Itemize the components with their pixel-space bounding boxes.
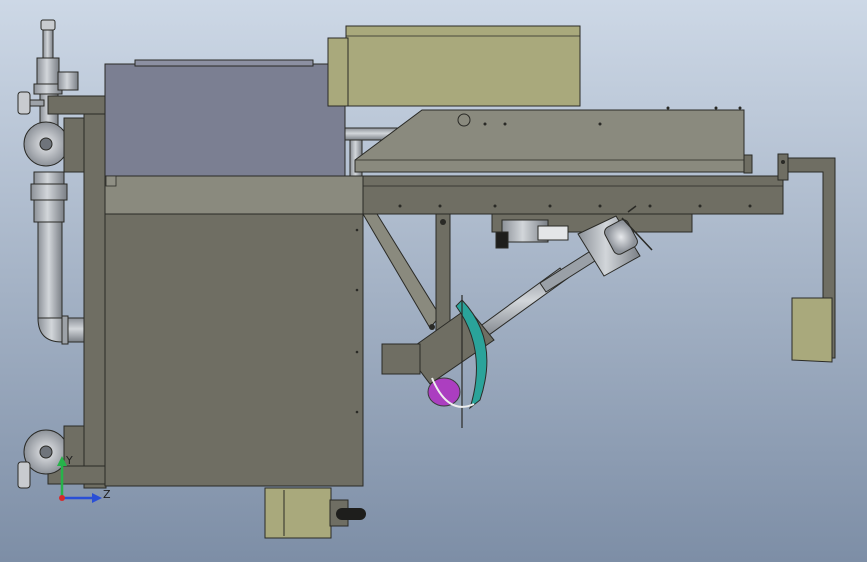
inclined-conveyor <box>354 106 753 174</box>
machine-side-view: Y Z <box>0 0 867 562</box>
valve-body <box>36 57 60 85</box>
cad-viewport[interactable]: Y Z <box>0 0 867 562</box>
pipe-vertical <box>37 221 63 319</box>
axis-y-label: Y <box>65 454 73 467</box>
axis-z-label: Z <box>103 488 111 501</box>
machine-body <box>104 175 364 487</box>
feed-hopper <box>104 63 346 177</box>
pipe-side-fitting <box>57 71 79 91</box>
electrical-cabinet <box>345 25 581 107</box>
pipe-union-bottom <box>33 199 65 223</box>
pipe-union-mid <box>30 183 68 201</box>
valve-handle <box>40 19 56 31</box>
valve-stem <box>42 29 54 59</box>
frame-left-post <box>83 95 107 489</box>
pipe-union-top <box>33 171 65 185</box>
